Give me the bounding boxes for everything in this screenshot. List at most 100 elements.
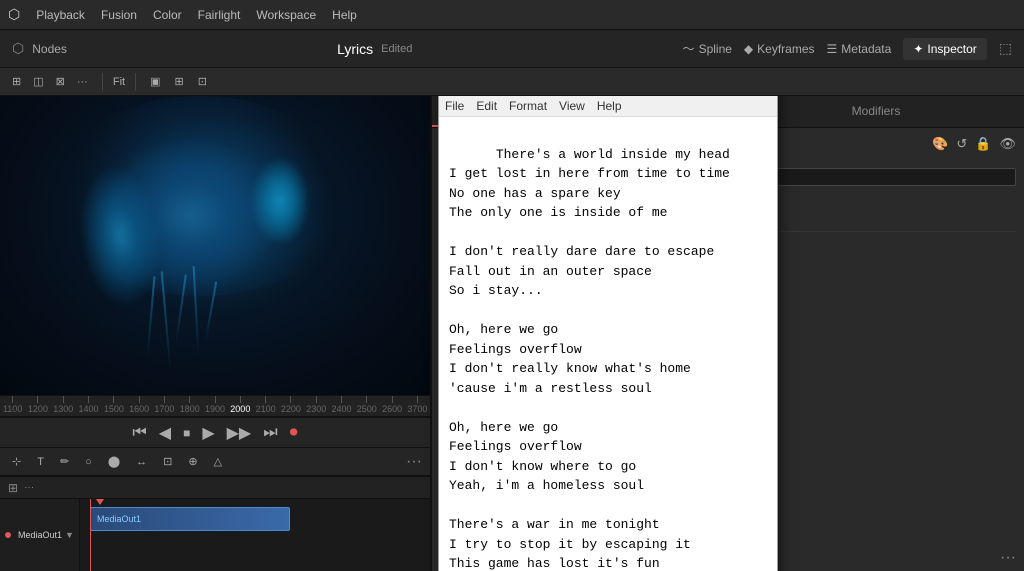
ruler-mark: 2600: [379, 396, 404, 414]
shape-tool-button[interactable]: △: [210, 453, 226, 470]
node-visibility-icon[interactable]: 👁: [999, 136, 1016, 152]
timeline-header-row: ⊞ ···: [0, 477, 430, 499]
playhead: [90, 499, 91, 571]
page-title: Lyrics: [337, 41, 373, 57]
inspector-more[interactable]: ···: [1000, 549, 1016, 567]
np-file-menu[interactable]: File: [445, 99, 464, 113]
tb-view-icon[interactable]: ◫: [29, 73, 47, 90]
ruler-mark: 1400: [76, 396, 101, 414]
lyrics-text: There's a world inside my head I get los…: [449, 147, 730, 571]
ruler-mark: 1700: [152, 396, 177, 414]
ruler-mark: 1600: [126, 396, 151, 414]
ruler-mark: 1500: [101, 396, 126, 414]
np-format-menu[interactable]: Format: [509, 99, 547, 113]
track-label: MediaOut1: [18, 530, 62, 540]
edited-badge: Edited: [381, 43, 412, 55]
play-button[interactable]: ▶: [202, 423, 214, 443]
header: ⬡ Nodes Lyrics Edited 〜 Spline ◆ Keyfram…: [0, 30, 1024, 68]
ruler-mark: 1800: [177, 396, 202, 414]
tb-more-icon[interactable]: ···: [73, 74, 92, 90]
spline-button[interactable]: 〜 Spline: [683, 40, 732, 57]
np-view-menu[interactable]: View: [559, 99, 585, 113]
stop-button[interactable]: ■: [183, 426, 190, 440]
paint-tool-button[interactable]: ⬤: [104, 453, 124, 470]
tb-layout-icon[interactable]: ⊞: [170, 73, 187, 90]
fit-label[interactable]: Fit: [113, 76, 125, 88]
metadata-icon: ☰: [827, 42, 838, 56]
ruler-mark: 1200: [25, 396, 50, 414]
node-lock-icon[interactable]: 🔒: [975, 136, 991, 152]
nodes-label[interactable]: Nodes: [32, 42, 67, 56]
keyframes-icon: ◆: [744, 42, 753, 56]
node-color-picker-icon[interactable]: 🎨: [932, 136, 948, 152]
menu-color[interactable]: Color: [153, 8, 182, 22]
text-tool-button[interactable]: T: [33, 454, 48, 470]
np-edit-menu[interactable]: Edit: [476, 99, 497, 113]
ruler-mark: 2200: [278, 396, 303, 414]
clip-label: MediaOut1: [97, 514, 141, 524]
main-area: 1100 1200 1300 1400 1500 1600 1700 1800 …: [0, 96, 1024, 571]
next-frame-button[interactable]: ▶▶: [227, 423, 252, 443]
toolbar-separator: [102, 73, 103, 91]
toolbar-separator-2: [135, 73, 136, 91]
skip-forward-button[interactable]: ⏭: [263, 424, 277, 442]
playhead-triangle: [96, 499, 104, 505]
tb-size-icon[interactable]: ▣: [146, 73, 164, 90]
inspector-button[interactable]: ✦ Inspector: [903, 38, 986, 60]
prev-frame-button[interactable]: ◀: [159, 423, 171, 443]
track-side: MediaOut1 ▼: [0, 499, 80, 571]
track-clip[interactable]: MediaOut1: [90, 507, 290, 531]
tb-checkerboard-icon[interactable]: ⊠: [52, 73, 69, 90]
metadata-button[interactable]: ☰ Metadata: [827, 42, 892, 56]
lasso-tool-button[interactable]: ○: [81, 454, 96, 470]
ruler-mark: 2300: [304, 396, 329, 414]
notepad-menubar: File Edit Format View Help: [439, 96, 777, 117]
notepad-content[interactable]: There's a world inside my head I get los…: [439, 117, 777, 571]
ruler-mark: 2100: [253, 396, 278, 414]
keyframes-button[interactable]: ◆ Keyframes: [744, 42, 815, 56]
ruler-mark: 2400: [329, 396, 354, 414]
track-options-icon[interactable]: ▼: [65, 530, 74, 540]
menu-fusion[interactable]: Fusion: [101, 8, 137, 22]
timeline-header-icon: ⊞: [8, 481, 18, 495]
left-panel: 1100 1200 1300 1400 1500 1600 1700 1800 …: [0, 96, 430, 571]
menu-bar: ⬡ Playback Fusion Color Fairlight Worksp…: [0, 0, 1024, 30]
menu-help[interactable]: Help: [332, 8, 357, 22]
track-marker: [5, 532, 11, 538]
ruler-mark: 1300: [51, 396, 76, 414]
transform-tool-button[interactable]: ↔: [132, 454, 151, 470]
menu-playback[interactable]: Playback: [36, 8, 85, 22]
select-tool-button[interactable]: ⊹: [8, 453, 25, 470]
track-main[interactable]: MediaOut1: [80, 499, 430, 571]
tb-extra-icon[interactable]: ⊡: [194, 73, 211, 90]
np-help-menu[interactable]: Help: [597, 99, 622, 113]
ruler-mark: 3700: [405, 396, 430, 414]
preview-canvas: [0, 96, 430, 395]
skip-back-button[interactable]: ⏮: [132, 424, 146, 442]
node-action-icons: 🎨 ↺ 🔒 👁: [932, 136, 1016, 152]
tools-more-button[interactable]: ···: [406, 453, 422, 471]
nodes-icon: ⬡: [12, 40, 24, 57]
ruler-mark: 2500: [354, 396, 379, 414]
tb-grid-icon[interactable]: ⊞: [8, 73, 25, 90]
timeline-header-label: ···: [24, 482, 34, 493]
menu-workspace[interactable]: Workspace: [256, 8, 316, 22]
ruler-mark: 1100: [0, 396, 25, 414]
video-preview: [0, 96, 430, 395]
ruler-mark: 2000: [228, 396, 253, 414]
notepad-window: Fleurs-douces-homeless-soul-lyrics - Not…: [438, 96, 778, 571]
transport-controls: ⏮ ◀ ■ ▶ ▶▶ ⏭ ⏺: [0, 417, 430, 447]
spline-icon: 〜: [683, 40, 695, 57]
toolbar: ⊞ ◫ ⊠ ··· Fit ▣ ⊞ ⊡: [0, 68, 1024, 96]
menu-fairlight[interactable]: Fairlight: [198, 8, 241, 22]
timeline-track-area: MediaOut1 ▼ MediaOut1: [0, 499, 430, 571]
node-reset-icon[interactable]: ↺: [956, 136, 967, 152]
inspector-icon: ✦: [913, 42, 923, 56]
draw-tool-button[interactable]: ✏: [56, 453, 73, 470]
crop-tool-button[interactable]: ⊡: [159, 453, 176, 470]
timeline-ruler: 1100 1200 1300 1400 1500 1600 1700 1800 …: [0, 395, 430, 417]
record-button[interactable]: ⏺: [290, 424, 298, 442]
maximize-icon[interactable]: ⬚: [999, 40, 1012, 57]
timeline-bottom: ⊞ ··· MediaOut1 ▼ MediaOut1: [0, 475, 430, 571]
clone-tool-button[interactable]: ⊕: [184, 453, 201, 470]
